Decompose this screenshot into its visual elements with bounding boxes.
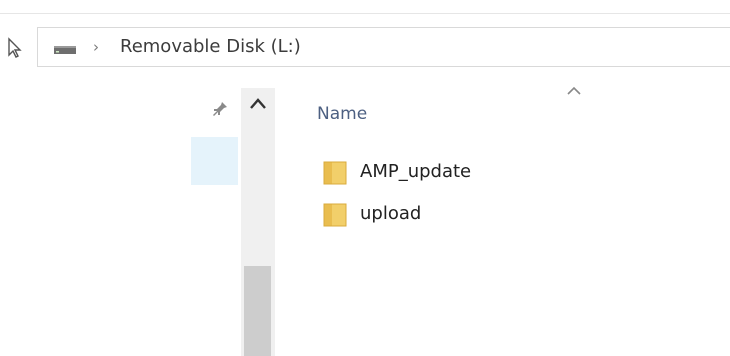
sort-chevron-icon <box>567 86 581 95</box>
chevron-up-icon[interactable] <box>248 95 268 113</box>
toolbar-divider <box>0 13 730 14</box>
file-list-item[interactable]: upload <box>322 200 542 230</box>
file-name: AMP_update <box>360 161 472 182</box>
pin-icon[interactable] <box>210 99 230 119</box>
folder-icon <box>323 203 347 227</box>
breadcrumb-location[interactable]: Removable Disk (L:) <box>120 35 301 59</box>
address-bar[interactable]: › Removable Disk (L:) <box>37 27 730 67</box>
breadcrumb-separator[interactable]: › <box>93 36 99 58</box>
file-list-item[interactable]: AMP_update <box>322 158 542 188</box>
column-header-name[interactable]: Name <box>317 103 367 125</box>
drive-icon <box>54 46 76 54</box>
cursor-icon <box>8 37 22 58</box>
scrollbar-thumb[interactable] <box>244 266 271 356</box>
file-explorer-window: › Removable Disk (L:) Name AMP_update up… <box>0 0 730 356</box>
file-name: upload <box>360 203 422 224</box>
folder-icon <box>323 161 347 185</box>
navigation-selected-item[interactable] <box>191 137 238 185</box>
